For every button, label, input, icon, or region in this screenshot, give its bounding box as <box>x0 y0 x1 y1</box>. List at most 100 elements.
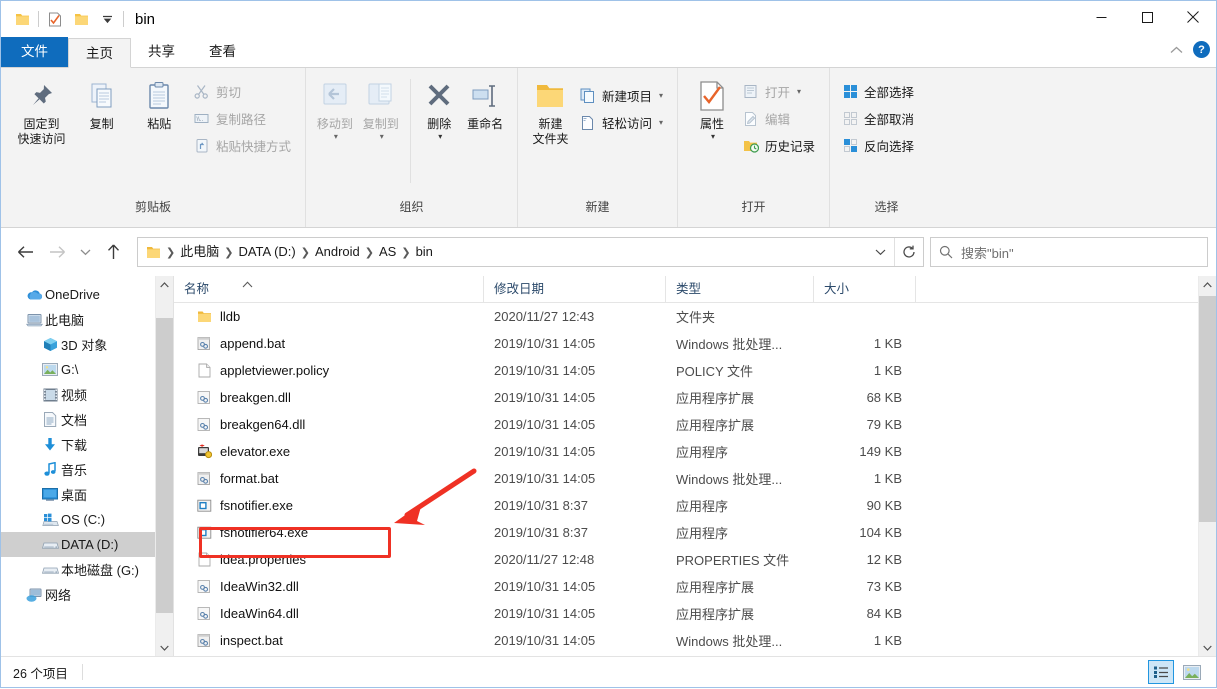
column-header-name[interactable]: 名称 <box>174 276 484 302</box>
table-row[interactable]: IdeaWin32.dll 2019/10/31 14:05 应用程序扩展 73… <box>174 573 1216 600</box>
move-to-caret-icon[interactable]: ▾ <box>334 132 338 141</box>
tab-view[interactable]: 查看 <box>192 37 253 67</box>
breadcrumb-item-1[interactable]: DATA (D:) <box>234 238 299 266</box>
select-all-button[interactable]: 全部选择 <box>836 79 919 104</box>
nav-scroll-up-icon[interactable] <box>156 276 173 293</box>
nav-item-os-c-drive[interactable]: OS (C:) <box>1 507 173 532</box>
customize-caret-icon[interactable] <box>94 6 120 32</box>
properties-check-icon[interactable] <box>42 6 68 32</box>
address-input[interactable]: ❯ 此电脑 ❯ DATA (D:) ❯ Android ❯ AS ❯ bin <box>137 237 924 267</box>
copy-to-caret-icon[interactable]: ▾ <box>380 132 384 141</box>
column-header-size[interactable]: 大小 <box>814 276 916 302</box>
nav-scroll-down-icon[interactable] <box>156 639 173 656</box>
select-none-button[interactable]: 全部取消 <box>836 106 919 131</box>
table-row[interactable]: IdeaWin64.dll 2019/10/31 14:05 应用程序扩展 84… <box>174 600 1216 627</box>
open-button[interactable]: 打开 ▾ <box>737 79 820 104</box>
nav-item-data-d-drive[interactable]: DATA (D:) <box>1 532 173 557</box>
row-name-cell: idea.properties <box>174 552 484 568</box>
breadcrumb-sep-4[interactable]: ❯ <box>400 246 411 259</box>
table-row[interactable]: breakgen64.dll 2019/10/31 14:05 应用程序扩展 7… <box>174 411 1216 438</box>
delete-caret-icon[interactable]: ▾ <box>438 132 442 141</box>
nav-item-g-drive-pictures[interactable]: G:\ <box>1 357 173 382</box>
back-button[interactable] <box>9 237 41 267</box>
up-button[interactable] <box>97 237 129 267</box>
new-item-button[interactable]: 新建项目 ▾ <box>574 83 668 108</box>
easy-access-button[interactable]: 轻松访问 ▾ <box>574 110 668 135</box>
details-view-icon[interactable] <box>1148 660 1174 684</box>
invert-selection-button[interactable]: 反向选择 <box>836 133 919 158</box>
recent-locations-button[interactable] <box>73 237 97 267</box>
properties-button[interactable]: 属性 ▾ <box>687 75 737 141</box>
exe-file-icon <box>196 498 212 514</box>
table-row[interactable]: elevator.exe 2019/10/31 14:05 应用程序 149 K… <box>174 438 1216 465</box>
search-input[interactable]: 搜索"bin" <box>930 237 1208 267</box>
nav-item-local-g-drive[interactable]: 本地磁盘 (G:) <box>1 557 173 582</box>
new-folder-icon[interactable] <box>68 6 94 32</box>
close-button[interactable] <box>1170 1 1216 33</box>
breadcrumb-sep-1[interactable]: ❯ <box>223 246 234 259</box>
table-row[interactable]: idea.properties 2020/11/27 12:48 PROPERT… <box>174 546 1216 573</box>
collapse-ribbon-icon[interactable] <box>1170 42 1183 57</box>
cut-button[interactable]: 剪切 <box>188 79 296 104</box>
history-button[interactable]: 历史记录 <box>737 133 820 158</box>
list-scroll-up-icon[interactable] <box>1199 276 1216 293</box>
large-icons-view-icon[interactable] <box>1180 661 1204 683</box>
column-header-type[interactable]: 类型 <box>666 276 814 302</box>
refresh-icon[interactable] <box>894 238 923 266</box>
nav-item-music[interactable]: 音乐 <box>1 457 173 482</box>
minimize-button[interactable] <box>1078 1 1124 33</box>
copy-path-button[interactable]: \\.. 复制路径 <box>188 106 296 131</box>
copy-to-button[interactable]: 复制到 ▾ <box>358 75 404 141</box>
folder-icon[interactable] <box>9 6 35 32</box>
pin-to-quick-access-button[interactable]: 固定到 快速访问 <box>10 75 73 147</box>
maximize-button[interactable] <box>1124 1 1170 33</box>
edit-button[interactable]: 编辑 <box>737 106 820 131</box>
easy-access-caret-icon[interactable]: ▾ <box>659 118 663 127</box>
breadcrumb-item-0[interactable]: 此电脑 <box>176 238 223 266</box>
table-row[interactable]: fsnotifier.exe 2019/10/31 8:37 应用程序 90 K… <box>174 492 1216 519</box>
tab-share[interactable]: 共享 <box>131 37 192 67</box>
table-row[interactable]: inspect.bat 2019/10/31 14:05 Windows 批处理… <box>174 627 1216 654</box>
delete-button[interactable]: 删除 ▾ <box>416 75 462 141</box>
new-folder-button[interactable]: 新建 文件夹 <box>527 75 574 147</box>
list-scroll-down-icon[interactable] <box>1199 639 1216 656</box>
paste-shortcut-button[interactable]: 粘贴快捷方式 <box>188 133 296 158</box>
file-list-scrollbar[interactable] <box>1198 276 1216 656</box>
rename-button[interactable]: 重命名 <box>462 75 508 132</box>
breadcrumb-item-4[interactable]: bin <box>412 238 437 266</box>
breadcrumb-sep-0[interactable]: ❯ <box>165 246 176 259</box>
nav-item-documents[interactable]: 文档 <box>1 407 173 432</box>
nav-item-videos[interactable]: 视频 <box>1 382 173 407</box>
table-row[interactable]: breakgen.dll 2019/10/31 14:05 应用程序扩展 68 … <box>174 384 1216 411</box>
help-icon[interactable]: ? <box>1193 41 1210 58</box>
breadcrumb-item-2[interactable]: Android <box>311 238 364 266</box>
address-dropdown-icon[interactable] <box>866 238 894 266</box>
nav-item-downloads[interactable]: 下载 <box>1 432 173 457</box>
table-row[interactable]: lldb 2020/11/27 12:43 文件夹 <box>174 303 1216 330</box>
nav-item-onedrive[interactable]: OneDrive <box>1 282 173 307</box>
forward-button[interactable] <box>41 237 73 267</box>
open-caret-icon[interactable]: ▾ <box>797 87 801 96</box>
nav-scrollbar-thumb[interactable] <box>156 318 173 613</box>
paste-button[interactable]: 粘贴 <box>130 75 188 132</box>
table-row[interactable]: format.bat 2019/10/31 14:05 Windows 批处理.… <box>174 465 1216 492</box>
tab-home[interactable]: 主页 <box>68 38 131 68</box>
breadcrumb-sep-3[interactable]: ❯ <box>364 246 375 259</box>
move-to-button[interactable]: 移动到 ▾ <box>312 75 358 141</box>
copy-button[interactable]: 复制 <box>73 75 131 132</box>
tab-file[interactable]: 文件 <box>1 37 68 67</box>
nav-item-network[interactable]: 网络 <box>1 582 173 607</box>
table-row[interactable]: append.bat 2019/10/31 14:05 Windows 批处理.… <box>174 330 1216 357</box>
column-header-date[interactable]: 修改日期 <box>484 276 666 302</box>
breadcrumb-item-3[interactable]: AS <box>375 238 400 266</box>
properties-caret-icon[interactable]: ▾ <box>711 132 715 141</box>
nav-item-3d-objects[interactable]: 3D 对象 <box>1 332 173 357</box>
nav-pane-scrollbar[interactable] <box>155 276 173 656</box>
nav-item-this-pc[interactable]: 此电脑 <box>1 307 173 332</box>
table-row[interactable]: fsnotifier64.exe 2019/10/31 8:37 应用程序 10… <box>174 519 1216 546</box>
nav-item-desktop[interactable]: 桌面 <box>1 482 173 507</box>
new-item-caret-icon[interactable]: ▾ <box>659 91 663 100</box>
breadcrumb-sep-2[interactable]: ❯ <box>300 246 311 259</box>
list-scrollbar-thumb[interactable] <box>1199 296 1216 522</box>
table-row[interactable]: appletviewer.policy 2019/10/31 14:05 POL… <box>174 357 1216 384</box>
